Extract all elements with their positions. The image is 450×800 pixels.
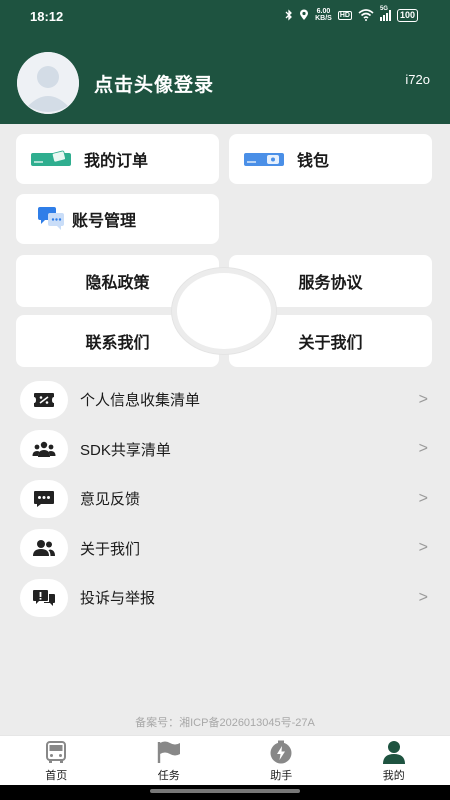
list-icon-container <box>20 430 68 469</box>
contact-us-label: 联系我们 <box>85 335 150 352</box>
chevron-right-icon: > <box>418 539 428 557</box>
settings-list: 个人信息收集清单 > SDK共享清单 > 意见反馈 > 关于我们 > 投诉与举报… <box>0 375 450 623</box>
wallet-card-icon <box>244 153 284 166</box>
tab-tasks[interactable]: 任务 <box>113 736 226 785</box>
chat-icon <box>34 490 54 507</box>
tab-label: 助手 <box>270 770 293 782</box>
network-speed: 6.00 KB/S <box>315 8 332 22</box>
default-avatar-icon <box>17 52 79 114</box>
bluetooth-icon <box>285 9 293 21</box>
wifi-icon <box>358 9 374 21</box>
wallet-button[interactable]: 钱包 <box>229 134 432 184</box>
status-bar: 18:12 6.00 KB/S HD 5G 100 <box>0 0 450 34</box>
speed-value: 6.00 <box>316 8 331 15</box>
tab-label: 我的 <box>382 770 405 782</box>
chevron-right-icon: > <box>418 390 428 408</box>
list-icon-container <box>20 578 68 617</box>
list-item-label: 个人信息收集清单 <box>80 392 201 410</box>
bottom-tab-bar: 首页 任务 助手 我的 <box>0 735 450 785</box>
wallet-label: 钱包 <box>297 153 330 170</box>
privacy-policy-label: 隐私政策 <box>85 275 150 292</box>
report-icon <box>33 589 55 606</box>
people-icon <box>32 442 56 458</box>
icp-record[interactable]: 备案号：湘ICP备2026013045号-27A <box>0 714 450 730</box>
service-agreement-label: 服务协议 <box>298 275 363 292</box>
signal-badge: 5G <box>379 6 388 12</box>
tab-assistant[interactable]: 助手 <box>225 736 338 785</box>
list-item-about-us[interactable]: 关于我们 > <box>0 524 450 574</box>
speed-unit: KB/S <box>315 15 332 22</box>
tab-home[interactable]: 首页 <box>0 736 113 785</box>
tab-mine[interactable]: 我的 <box>338 736 450 785</box>
list-icon-container <box>20 479 68 518</box>
list-item-complaint[interactable]: 投诉与举报 > <box>0 573 450 623</box>
list-item-label: 投诉与举报 <box>80 590 156 608</box>
battery-indicator: 100 <box>396 8 418 22</box>
order-card-icon <box>31 150 71 166</box>
flag-icon <box>156 739 182 765</box>
users-icon <box>33 540 55 557</box>
location-icon <box>300 9 309 20</box>
list-icon-container <box>20 380 68 419</box>
chevron-right-icon: > <box>418 489 428 507</box>
list-item-feedback[interactable]: 意见反馈 > <box>0 474 450 524</box>
lightning-icon <box>268 739 294 765</box>
list-item-personal-info[interactable]: 个人信息收集清单 > <box>0 375 450 425</box>
account-management-label: 账号管理 <box>72 213 137 230</box>
tab-label: 任务 <box>157 770 180 782</box>
center-circle-decoration <box>172 268 276 354</box>
ticket-icon <box>34 392 54 407</box>
list-item-label: SDK共享清单 <box>80 441 171 459</box>
avatar[interactable] <box>17 52 79 114</box>
hd-badge: HD <box>337 10 352 20</box>
tab-label: 首页 <box>45 770 68 782</box>
user-id: i72o <box>405 72 430 87</box>
about-us-label: 关于我们 <box>298 335 363 352</box>
login-prompt[interactable]: 点击头像登录 <box>94 70 214 97</box>
account-chat-icon <box>38 207 64 230</box>
list-icon-container <box>20 529 68 568</box>
account-management-button[interactable]: 账号管理 <box>16 194 219 244</box>
my-orders-label: 我的订单 <box>84 153 149 170</box>
home-indicator-pill[interactable] <box>150 789 300 793</box>
list-item-label: 关于我们 <box>80 540 141 558</box>
list-item-label: 意见反馈 <box>80 491 141 509</box>
profile-header: 18:12 6.00 KB/S HD 5G 100 点击头像登录 i72o <box>0 0 450 124</box>
my-orders-button[interactable]: 我的订单 <box>16 134 219 184</box>
status-icons: 6.00 KB/S HD 5G 100 <box>285 6 418 22</box>
home-indicator <box>0 785 450 800</box>
list-item-sdk-sharing[interactable]: SDK共享清单 > <box>0 425 450 475</box>
bus-icon <box>43 739 69 765</box>
chevron-right-icon: > <box>418 440 428 458</box>
chevron-right-icon: > <box>418 588 428 606</box>
cell-signal-icon: 5G <box>379 6 391 21</box>
person-icon <box>381 739 407 765</box>
status-time: 18:12 <box>30 9 64 24</box>
